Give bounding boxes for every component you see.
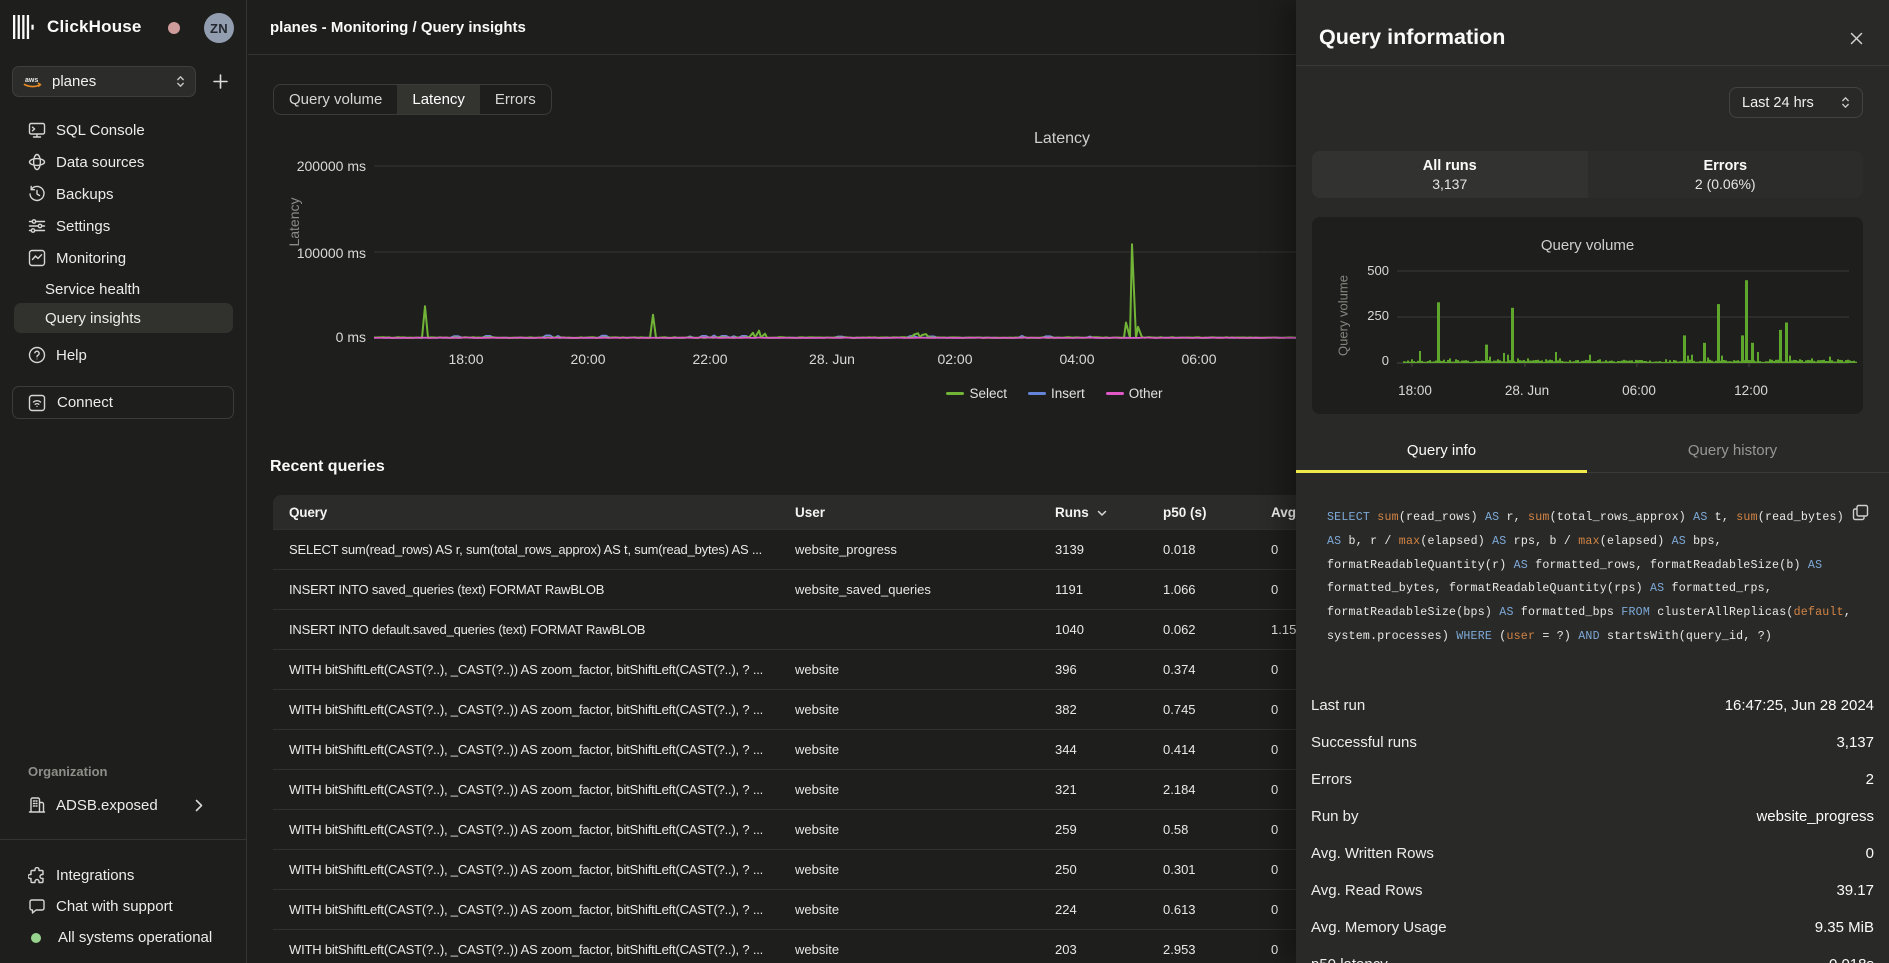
svg-text:aws: aws [25,77,38,84]
